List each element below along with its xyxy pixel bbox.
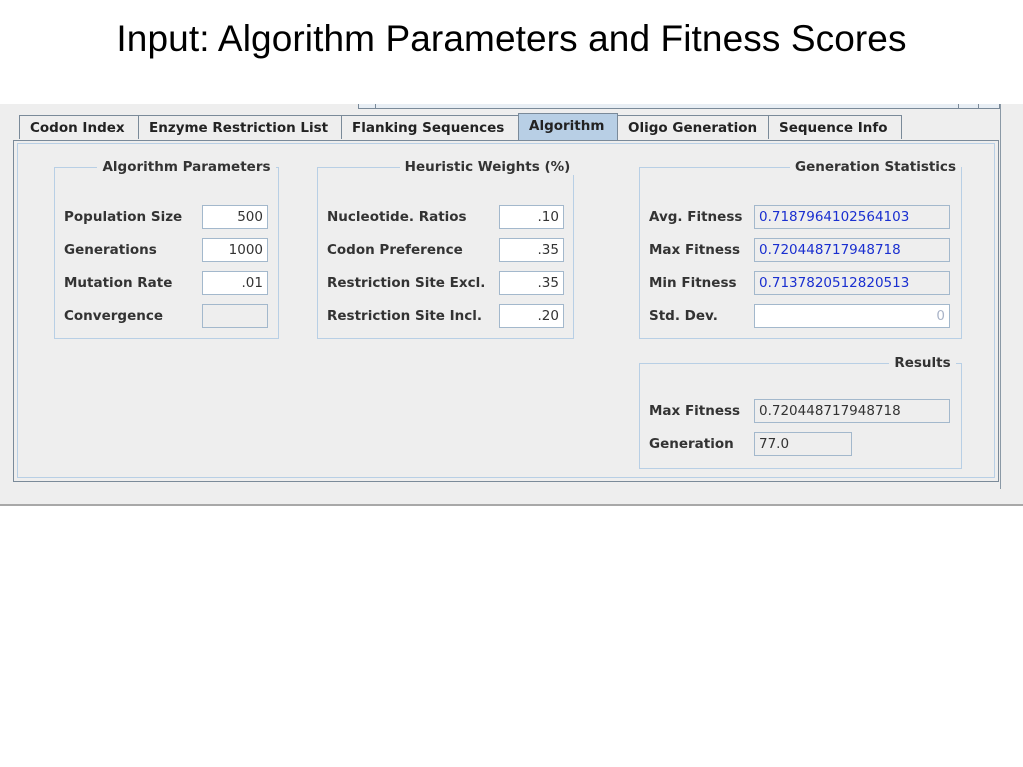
std-dev-field: 0 xyxy=(754,304,950,328)
restriction-site-incl-input[interactable]: .20 xyxy=(499,304,564,328)
algorithm-parameters-title: Algorithm Parameters xyxy=(102,159,271,175)
results-group: Results Max Fitness 0.720448717948718 Ge… xyxy=(639,355,962,469)
results-title: Results xyxy=(894,355,951,371)
std-dev-label: Std. Dev. xyxy=(649,308,718,324)
tab-codon-index[interactable]: Codon Index xyxy=(19,115,139,139)
results-max-fitness-field: 0.720448717948718 xyxy=(754,399,950,423)
generation-statistics-group: Generation Statistics Avg. Fitness 0.718… xyxy=(639,159,962,339)
slide-title: Input: Algorithm Parameters and Fitness … xyxy=(116,18,907,59)
tab-flanking-sequences[interactable]: Flanking Sequences xyxy=(341,115,519,139)
results-generation-row: Generation 77.0 xyxy=(649,432,954,456)
codon-preference-row: Codon Preference .35 xyxy=(327,238,567,262)
std-dev-row: Std. Dev. 0 xyxy=(649,304,954,328)
results-generation-field: 77.0 xyxy=(754,432,852,456)
restriction-site-excl-label: Restriction Site Excl. xyxy=(327,275,486,291)
mutation-rate-label: Mutation Rate xyxy=(64,275,173,291)
avg-fitness-label: Avg. Fitness xyxy=(649,209,743,225)
app-window: Codon Index Enzyme Restriction List Flan… xyxy=(0,104,1023,506)
convergence-field xyxy=(202,304,268,328)
results-max-fitness-label: Max Fitness xyxy=(649,403,741,419)
nucleotide-ratios-input[interactable]: .10 xyxy=(499,205,564,229)
results-max-fitness-row: Max Fitness 0.720448717948718 xyxy=(649,399,954,423)
restriction-site-excl-row: Restriction Site Excl. .35 xyxy=(327,271,567,295)
population-size-row: Population Size 500 xyxy=(64,205,274,229)
max-fitness-stat-row: Max Fitness 0.720448717948718 xyxy=(649,238,954,262)
results-generation-label: Generation xyxy=(649,436,734,452)
nucleotide-ratios-row: Nucleotide. Ratios .10 xyxy=(327,205,567,229)
generations-label: Generations xyxy=(64,242,157,258)
restriction-site-incl-label: Restriction Site Incl. xyxy=(327,308,483,324)
convergence-label: Convergence xyxy=(64,308,163,324)
algorithm-tab-panel: Algorithm Parameters Population Size 500… xyxy=(13,140,999,482)
avg-fitness-row: Avg. Fitness 0.7187964102564103 xyxy=(649,205,954,229)
population-size-label: Population Size xyxy=(64,209,183,225)
heuristic-weights-title: Heuristic Weights (%) xyxy=(404,159,571,175)
avg-fitness-field: 0.7187964102564103 xyxy=(754,205,950,229)
convergence-row: Convergence xyxy=(64,304,274,328)
max-fitness-stat-label: Max Fitness xyxy=(649,242,741,258)
max-fitness-stat-field: 0.720448717948718 xyxy=(754,238,950,262)
restriction-site-excl-input[interactable]: .35 xyxy=(499,271,564,295)
generation-statistics-title: Generation Statistics xyxy=(795,159,956,175)
min-fitness-field: 0.7137820512820513 xyxy=(754,271,950,295)
mutation-rate-input[interactable]: .01 xyxy=(202,271,268,295)
nucleotide-ratios-label: Nucleotide. Ratios xyxy=(327,209,467,225)
generations-input[interactable]: 1000 xyxy=(202,238,268,262)
algorithm-parameters-group: Algorithm Parameters Population Size 500… xyxy=(54,159,279,339)
min-fitness-row: Min Fitness 0.7137820512820513 xyxy=(649,271,954,295)
tab-sequence-info[interactable]: Sequence Info xyxy=(768,115,902,139)
mutation-rate-row: Mutation Rate .01 xyxy=(64,271,274,295)
generations-row: Generations 1000 xyxy=(64,238,274,262)
codon-preference-label: Codon Preference xyxy=(327,242,463,258)
restriction-site-incl-row: Restriction Site Incl. .20 xyxy=(327,304,567,328)
tab-algorithm[interactable]: Algorithm xyxy=(518,113,618,142)
heuristic-weights-group: Heuristic Weights (%) Nucleotide. Ratios… xyxy=(317,159,574,339)
top-toolbar-strip xyxy=(358,104,1000,109)
tab-enzyme-restriction-list[interactable]: Enzyme Restriction List xyxy=(138,115,342,139)
min-fitness-label: Min Fitness xyxy=(649,275,737,291)
population-size-input[interactable]: 500 xyxy=(202,205,268,229)
window-right-edge xyxy=(1000,104,1001,489)
codon-preference-input[interactable]: .35 xyxy=(499,238,564,262)
tab-oligo-generation[interactable]: Oligo Generation xyxy=(617,115,769,139)
